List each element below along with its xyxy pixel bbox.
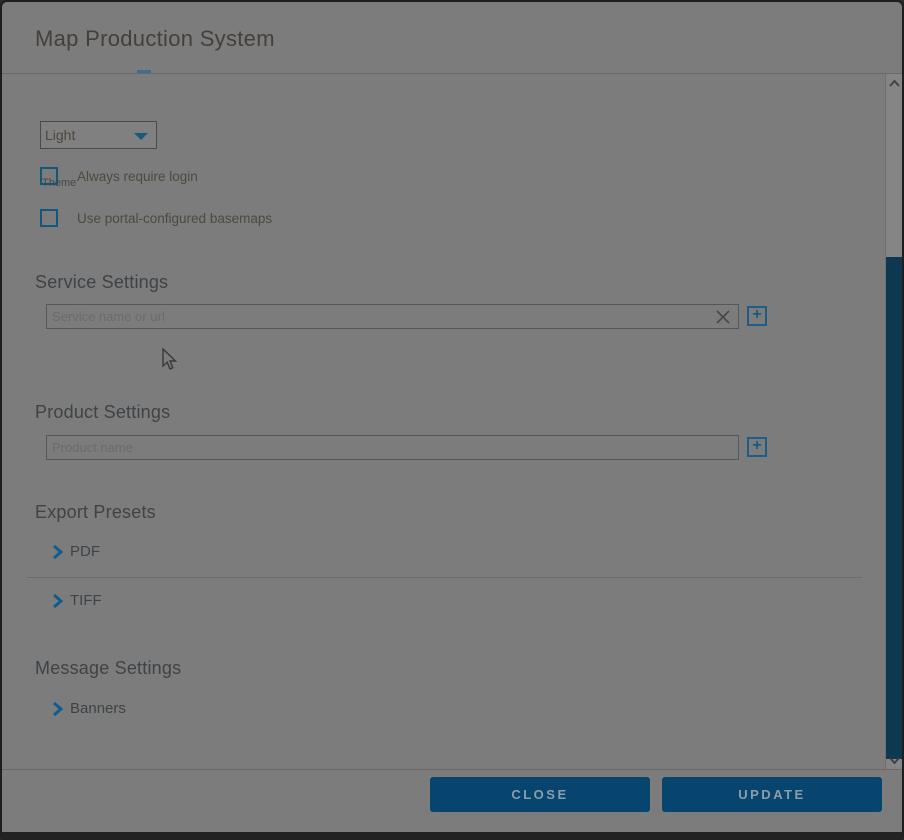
always-require-login-label: Always require login: [77, 169, 198, 184]
service-name-input[interactable]: [46, 304, 739, 329]
map-production-system-dialog: Map Production System Theme Light Always…: [0, 0, 904, 840]
banners-expander[interactable]: Banners: [52, 700, 126, 717]
scroll-up-arrow-icon[interactable]: [886, 74, 903, 92]
portal-basemaps-checkbox[interactable]: [40, 209, 58, 227]
scroll-down-arrow-icon[interactable]: [886, 751, 903, 769]
theme-select[interactable]: Light: [40, 121, 157, 149]
banners-label: Banners: [70, 700, 126, 717]
chevron-right-icon: [52, 545, 63, 559]
update-button[interactable]: UPDATE: [662, 777, 882, 812]
plus-icon: +: [752, 307, 761, 323]
always-require-login-row: Always require login: [40, 167, 198, 185]
message-settings-heading: Message Settings: [35, 658, 181, 679]
chevron-right-icon: [52, 594, 63, 608]
mouse-cursor-icon: [158, 346, 180, 372]
clear-service-input-icon x-icon[interactable]: [714, 308, 732, 326]
export-presets-heading: Export Presets: [35, 502, 156, 523]
plus-icon: +: [752, 438, 761, 454]
export-preset-pdf-expander[interactable]: PDF: [52, 543, 100, 560]
dialog-title: Map Production System: [35, 26, 275, 52]
settings-scroll-area: Theme Light Always require login Use por…: [2, 74, 902, 769]
dialog-footer: CLOSE UPDATE: [2, 769, 902, 832]
theme-selected-value: Light: [45, 127, 75, 143]
chevron-right-icon: [52, 702, 63, 716]
portal-basemaps-label: Use portal-configured basemaps: [77, 211, 272, 226]
portal-basemaps-row: Use portal-configured basemaps: [40, 209, 272, 227]
product-settings-heading: Product Settings: [35, 402, 170, 423]
service-settings-heading: Service Settings: [35, 272, 168, 293]
always-require-login-checkbox[interactable]: [40, 167, 58, 185]
export-preset-tiff-label: TIFF: [70, 592, 102, 609]
preset-divider: [27, 577, 862, 578]
caret-down-icon: [134, 133, 148, 140]
dialog-header: Map Production System: [2, 2, 902, 74]
vertical-scrollbar[interactable]: [885, 74, 902, 769]
export-preset-pdf-label: PDF: [70, 543, 100, 560]
scrollbar-thumb[interactable]: [886, 257, 903, 759]
add-service-button[interactable]: +: [747, 306, 767, 326]
close-button[interactable]: CLOSE: [430, 777, 650, 812]
product-name-input[interactable]: [46, 435, 739, 460]
add-product-button[interactable]: +: [747, 437, 767, 457]
export-preset-tiff-expander[interactable]: TIFF: [52, 592, 102, 609]
